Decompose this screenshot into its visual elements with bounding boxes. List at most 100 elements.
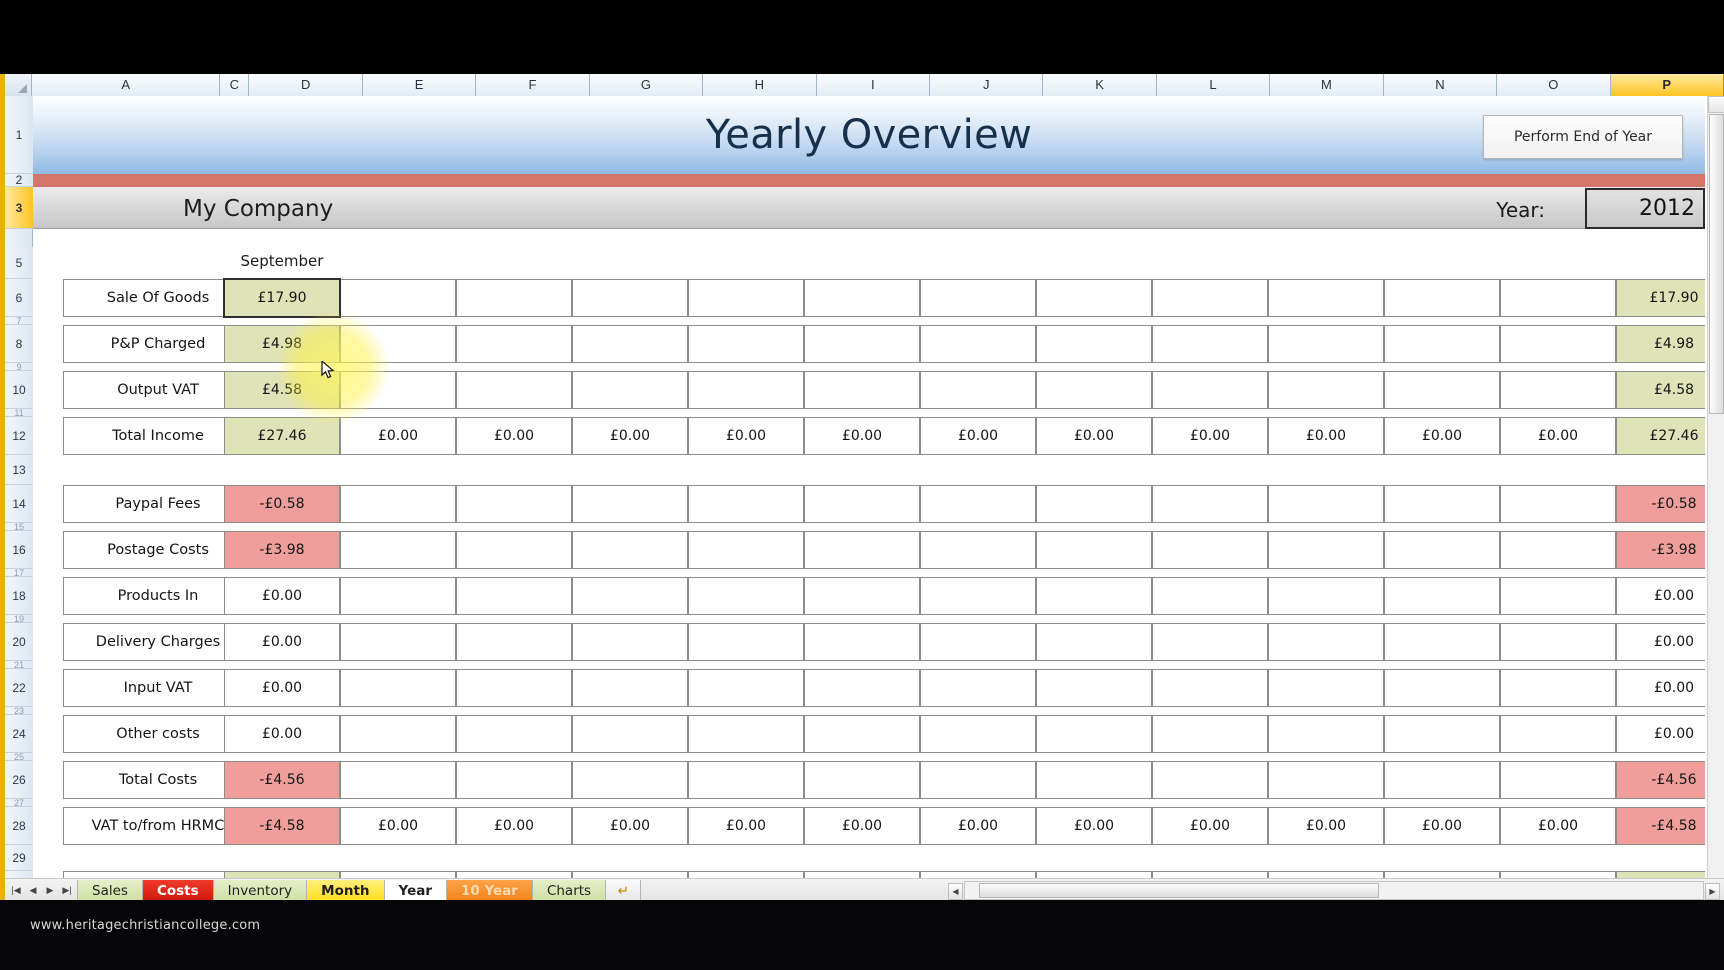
data-cell[interactable] <box>1384 715 1500 753</box>
data-cell[interactable] <box>572 715 688 753</box>
total-cell[interactable]: £0.00 <box>1616 623 1705 661</box>
row-header-2[interactable]: 2 <box>5 174 33 187</box>
data-cell[interactable] <box>340 371 456 409</box>
data-cell[interactable]: £0.00 <box>1384 807 1500 845</box>
data-cell[interactable] <box>1500 669 1616 707</box>
sheet-tab-year[interactable]: Year <box>383 880 447 902</box>
data-cell[interactable] <box>1384 577 1500 615</box>
data-cell[interactable]: £0.00 <box>1268 807 1384 845</box>
data-cell[interactable] <box>1268 669 1384 707</box>
data-cell[interactable] <box>920 531 1036 569</box>
column-header-e[interactable]: E <box>362 74 477 96</box>
year-value-cell[interactable]: 2012 <box>1585 188 1705 229</box>
data-cell[interactable] <box>1268 279 1384 317</box>
total-cell[interactable]: £0.00 <box>1616 577 1705 615</box>
data-cell[interactable] <box>688 761 804 799</box>
row-header-21[interactable]: 21 <box>5 661 33 669</box>
hscroll-left-icon[interactable]: ◀ <box>948 883 963 900</box>
data-cell[interactable] <box>456 715 572 753</box>
data-cell[interactable] <box>920 485 1036 523</box>
tab-last-icon[interactable]: ▶| <box>60 883 74 898</box>
data-cell[interactable]: £0.00 <box>1152 417 1268 455</box>
data-cell[interactable] <box>1268 485 1384 523</box>
data-cell[interactable] <box>340 577 456 615</box>
total-cell[interactable]: -£4.58 <box>1616 807 1705 845</box>
data-cell[interactable] <box>1384 325 1500 363</box>
data-cell[interactable] <box>1036 715 1152 753</box>
total-cell[interactable]: £4.58 <box>1616 371 1705 409</box>
row-header-19[interactable]: 19 <box>5 615 33 623</box>
perform-end-of-year-button[interactable]: Perform End of Year <box>1483 115 1683 159</box>
data-cell[interactable] <box>340 669 456 707</box>
row-header-22[interactable]: 22 <box>5 669 33 707</box>
vertical-scrollbar[interactable] <box>1707 96 1724 878</box>
row-header-18[interactable]: 18 <box>5 577 33 615</box>
data-cell[interactable] <box>340 485 456 523</box>
data-cell[interactable]: £4.98 <box>224 325 340 363</box>
row-header-15[interactable]: 15 <box>5 523 33 531</box>
data-cell[interactable] <box>804 669 920 707</box>
data-cell[interactable] <box>1500 761 1616 799</box>
data-cell[interactable]: £0.00 <box>572 417 688 455</box>
column-header-n[interactable]: N <box>1383 74 1498 96</box>
data-cell[interactable] <box>1268 715 1384 753</box>
row-header-13[interactable]: 13 <box>5 455 33 485</box>
column-header-i[interactable]: I <box>816 74 930 96</box>
data-cell[interactable]: £0.00 <box>1384 871 1500 878</box>
data-cell[interactable]: £0.00 <box>920 417 1036 455</box>
data-cell[interactable] <box>456 325 572 363</box>
data-cell[interactable] <box>688 485 804 523</box>
data-cell[interactable] <box>340 761 456 799</box>
data-cell[interactable] <box>572 485 688 523</box>
row-header-6[interactable]: 6 <box>5 279 33 317</box>
column-header-l[interactable]: L <box>1156 74 1271 96</box>
data-cell[interactable] <box>920 577 1036 615</box>
data-cell[interactable] <box>804 325 920 363</box>
data-cell[interactable] <box>920 669 1036 707</box>
data-cell[interactable]: £0.00 <box>804 807 920 845</box>
row-header-10[interactable]: 10 <box>5 371 33 409</box>
data-cell[interactable] <box>340 279 456 317</box>
data-cell[interactable] <box>1268 761 1384 799</box>
data-cell[interactable] <box>688 623 804 661</box>
data-cell[interactable]: £22.89 <box>224 871 340 878</box>
data-cell[interactable]: -£0.58 <box>224 485 340 523</box>
data-cell[interactable] <box>1036 325 1152 363</box>
row-header-23[interactable]: 23 <box>5 707 33 715</box>
data-cell[interactable] <box>1384 623 1500 661</box>
data-cell[interactable] <box>340 531 456 569</box>
row-header-11[interactable]: 11 <box>5 409 33 417</box>
sheet-tab-month[interactable]: Month <box>306 880 385 902</box>
data-cell[interactable]: £0.00 <box>920 871 1036 878</box>
sheet-tab-inventory[interactable]: Inventory <box>212 880 308 902</box>
data-cell[interactable]: £0.00 <box>1500 871 1616 878</box>
data-cell[interactable]: £0.00 <box>1500 417 1616 455</box>
data-cell[interactable] <box>1384 371 1500 409</box>
data-cell[interactable] <box>688 531 804 569</box>
data-cell[interactable] <box>456 371 572 409</box>
data-cell[interactable] <box>804 531 920 569</box>
data-cell[interactable]: £0.00 <box>224 669 340 707</box>
column-header-d[interactable]: D <box>249 74 363 96</box>
row-header-3[interactable]: 3 <box>5 187 33 229</box>
total-cell[interactable]: -£3.98 <box>1616 531 1705 569</box>
data-cell[interactable] <box>572 761 688 799</box>
total-cell[interactable]: -£4.56 <box>1616 761 1705 799</box>
data-cell[interactable] <box>1384 279 1500 317</box>
data-cell[interactable] <box>1500 325 1616 363</box>
data-cell[interactable]: £0.00 <box>1384 417 1500 455</box>
data-cell[interactable] <box>456 485 572 523</box>
data-cell[interactable] <box>1152 531 1268 569</box>
data-cell[interactable] <box>688 325 804 363</box>
sheet-tab-charts[interactable]: Charts <box>531 880 607 902</box>
data-cell[interactable]: £0.00 <box>340 807 456 845</box>
data-cell[interactable]: £0.00 <box>688 417 804 455</box>
data-cell[interactable] <box>572 669 688 707</box>
data-cell[interactable] <box>920 279 1036 317</box>
total-cell[interactable]: £17.90 <box>1616 279 1705 317</box>
data-cell[interactable]: -£4.56 <box>224 761 340 799</box>
data-cell[interactable] <box>572 325 688 363</box>
data-cell[interactable] <box>1268 371 1384 409</box>
data-cell[interactable] <box>688 371 804 409</box>
data-cell[interactable] <box>1152 325 1268 363</box>
